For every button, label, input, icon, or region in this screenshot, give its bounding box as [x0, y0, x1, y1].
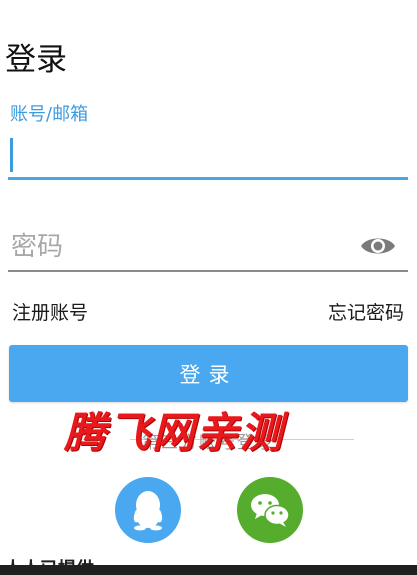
- bottom-bar: [0, 565, 417, 575]
- wechat-icon: [251, 494, 290, 527]
- wechat-login-button[interactable]: [237, 477, 303, 543]
- qq-icon: [133, 491, 163, 531]
- account-field-label: 账号/邮箱: [10, 104, 89, 125]
- eye-icon[interactable]: [360, 234, 396, 258]
- account-input[interactable]: [8, 132, 408, 180]
- login-screen: 登录 账号/邮箱 密码 注册账号 忘记密码 登录 第三方账号登录 腾飞网亲测: [0, 0, 417, 575]
- password-input[interactable]: 密码: [8, 218, 408, 272]
- password-placeholder: 密码: [11, 232, 64, 262]
- text-cursor: [10, 138, 13, 172]
- forgot-password-link[interactable]: 忘记密码: [328, 298, 404, 325]
- qq-login-button[interactable]: [115, 477, 181, 543]
- register-link[interactable]: 注册账号: [12, 298, 88, 325]
- watermark: 腾飞网亲测: [64, 408, 285, 457]
- login-button[interactable]: 登录: [9, 345, 408, 402]
- page-title: 登录: [5, 42, 67, 78]
